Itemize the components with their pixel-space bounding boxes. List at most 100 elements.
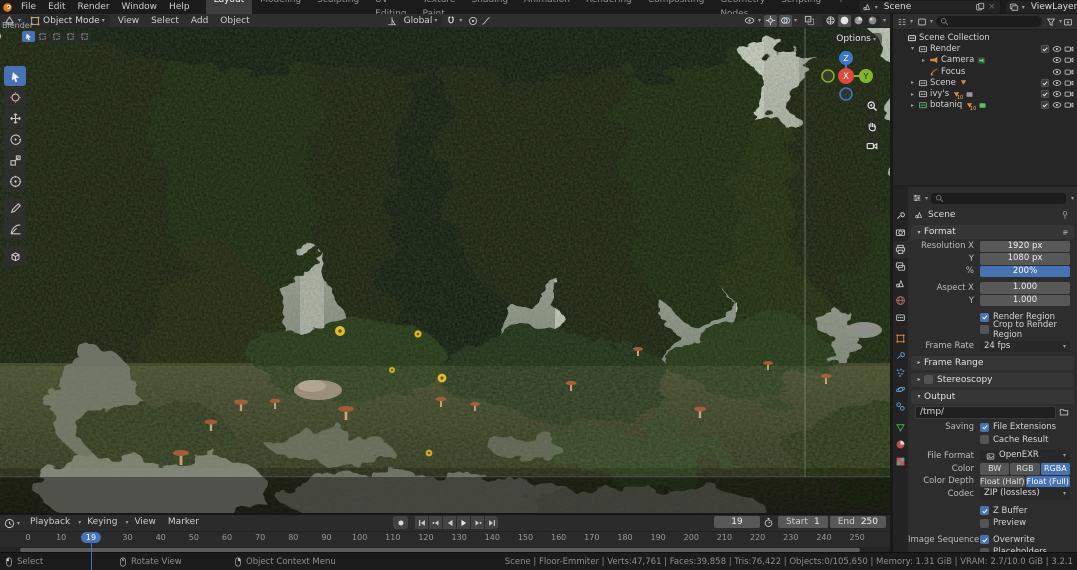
section-header-frame-range[interactable]: ▸Frame Range <box>911 356 1074 370</box>
properties-tab-world[interactable] <box>893 292 908 309</box>
outliner-row-render[interactable]: ▾Render <box>893 43 1077 54</box>
gizmo-z-label[interactable]: Z <box>843 54 849 63</box>
timeline-editor-icon[interactable] <box>3 517 15 529</box>
properties-tab-object[interactable] <box>893 330 908 347</box>
tool-measure[interactable] <box>4 219 26 239</box>
tool-annotate[interactable] <box>4 198 26 218</box>
timeline-menu-marker[interactable]: Marker <box>162 515 205 531</box>
select-mode-select-extend-icon[interactable] <box>50 31 63 42</box>
timeline-menu-keying[interactable]: Keying <box>81 515 123 531</box>
menu-edit[interactable]: Edit <box>42 0 71 14</box>
auto-key-record-button[interactable] <box>393 516 408 529</box>
outliner-row-botaniq[interactable]: ▸botaniq10 <box>893 100 1077 111</box>
select-mode-tweak-icon[interactable] <box>22 31 35 42</box>
checkbox-label[interactable]: Preview <box>993 518 1026 528</box>
viewport-menu-object[interactable]: Object <box>214 14 255 28</box>
value-field[interactable]: 1.000 <box>980 282 1070 294</box>
cam-toggle-icon[interactable] <box>1063 89 1074 100</box>
output-path-field[interactable]: /tmp/ <box>915 406 1056 419</box>
eye-toggle-icon[interactable] <box>1051 43 1062 54</box>
viewport-menu-select[interactable]: Select <box>145 14 185 28</box>
presets-icon[interactable] <box>1059 226 1071 238</box>
segment-option[interactable]: RGB <box>1010 463 1039 475</box>
camera-view-icon[interactable] <box>864 138 880 154</box>
tool-transform[interactable] <box>4 171 26 191</box>
disclosure-caret[interactable]: ▸ <box>908 79 917 86</box>
shading-wireframe-icon[interactable] <box>824 15 837 27</box>
checkbox-label[interactable]: Crop to Render Region <box>993 320 1070 340</box>
snap-dropdown-icon[interactable]: ▾ <box>459 17 462 24</box>
timeline-menu-playback[interactable]: Playback <box>24 515 76 531</box>
cam-toggle-icon[interactable] <box>1063 77 1074 88</box>
unlink-scene-icon[interactable]: × <box>986 1 998 13</box>
end-frame-field[interactable]: End250 <box>830 516 886 528</box>
falloff-icon[interactable] <box>479 15 492 27</box>
outliner-row-focus[interactable]: Focus <box>893 66 1077 77</box>
select-mode-select-new-icon[interactable] <box>36 31 49 42</box>
outliner-item-name[interactable]: Scene Collection <box>919 33 990 43</box>
properties-tab-material[interactable] <box>893 436 908 453</box>
check-toggle-icon[interactable] <box>1039 43 1050 54</box>
outliner-row-scene[interactable]: ▸Scene <box>893 77 1077 88</box>
cam-toggle-icon[interactable] <box>1063 100 1074 111</box>
timeline-ruler[interactable]: 0103040506070809010011012013014015016017… <box>0 531 890 547</box>
value-field[interactable]: 200% <box>980 266 1070 278</box>
new-scene-icon[interactable] <box>974 1 986 13</box>
properties-tab-physics[interactable] <box>893 381 908 398</box>
checkbox-checked[interactable] <box>980 535 989 544</box>
start-frame-field[interactable]: Start1 <box>778 516 828 528</box>
filter-icon[interactable] <box>1045 16 1057 28</box>
select-mode-select-intersect-icon[interactable] <box>78 31 91 42</box>
eye-toggle-icon[interactable] <box>1051 100 1062 111</box>
properties-tab-scene[interactable] <box>893 275 908 292</box>
section-header-stereoscopy[interactable]: ▸Stereoscopy <box>911 373 1074 387</box>
properties-tab-view-layer[interactable] <box>893 258 908 275</box>
folder-icon[interactable] <box>1058 406 1070 418</box>
tool-scale[interactable] <box>4 150 26 170</box>
menu-window[interactable]: Window <box>116 0 164 14</box>
timeline-menu-view[interactable]: View <box>128 515 161 531</box>
checkbox-label[interactable]: Z Buffer <box>993 506 1027 516</box>
checkbox-checked[interactable] <box>980 506 989 515</box>
cam-toggle-icon[interactable] <box>1063 55 1074 66</box>
properties-search-input[interactable] <box>931 193 1066 204</box>
eye-toggle-icon[interactable] <box>1051 66 1062 77</box>
jump-to-end-button[interactable] <box>485 516 498 529</box>
outliner-item-name[interactable]: Render <box>930 44 960 54</box>
shading-dropdown-icon[interactable]: ▾ <box>883 17 886 24</box>
mode-dropdown[interactable]: Object Mode ▾ <box>25 15 110 27</box>
checkbox-unchecked[interactable] <box>924 375 933 384</box>
checkbox-unchecked[interactable] <box>980 519 989 528</box>
dropdown-frame-rate[interactable]: 24 fps▾ <box>980 341 1070 353</box>
eye-toggle-icon[interactable] <box>1051 89 1062 100</box>
navigation-gizmo[interactable]: Z Y X <box>820 46 876 102</box>
menu-render[interactable]: Render <box>72 0 116 14</box>
properties-tab-output[interactable] <box>893 241 908 258</box>
show-gizmo-icon[interactable] <box>764 15 777 27</box>
new-collection-icon[interactable] <box>1062 16 1074 28</box>
viewlayer-selector[interactable]: ▾ ViewLayer × <box>1006 1 1077 13</box>
segment-option[interactable]: RGBA <box>1041 463 1070 475</box>
check-toggle-icon[interactable] <box>1039 89 1050 100</box>
blender-logo-icon[interactable] <box>2 1 13 13</box>
tool-add-cube[interactable] <box>4 246 26 266</box>
tool-move[interactable] <box>4 108 26 128</box>
select-mode-select-subtract-icon[interactable] <box>64 31 77 42</box>
viewport-menu-add[interactable]: Add <box>185 14 214 28</box>
properties-tab-modifiers[interactable] <box>893 347 908 364</box>
tool-rotate[interactable] <box>4 129 26 149</box>
check-toggle-icon[interactable] <box>1039 77 1050 88</box>
outliner-row-scene-collection[interactable]: Scene Collection <box>893 32 1077 43</box>
shading-rendered-icon[interactable] <box>866 15 879 27</box>
checkbox-checked[interactable] <box>980 423 989 432</box>
outliner-item-name[interactable]: Camera <box>941 55 974 65</box>
gizmo-y-label[interactable]: Y <box>863 72 869 81</box>
jump-to-start-button[interactable] <box>415 516 428 529</box>
segment-option[interactable]: Float (Half) <box>980 476 1025 488</box>
checkbox-unchecked[interactable] <box>980 325 989 334</box>
stopwatch-icon[interactable] <box>762 516 776 528</box>
menu-help[interactable]: Help <box>163 0 196 14</box>
shading-material-preview-icon[interactable] <box>852 15 865 27</box>
properties-editor-icon[interactable] <box>911 192 923 204</box>
options-dropdown[interactable]: Options ▾ <box>830 33 882 45</box>
